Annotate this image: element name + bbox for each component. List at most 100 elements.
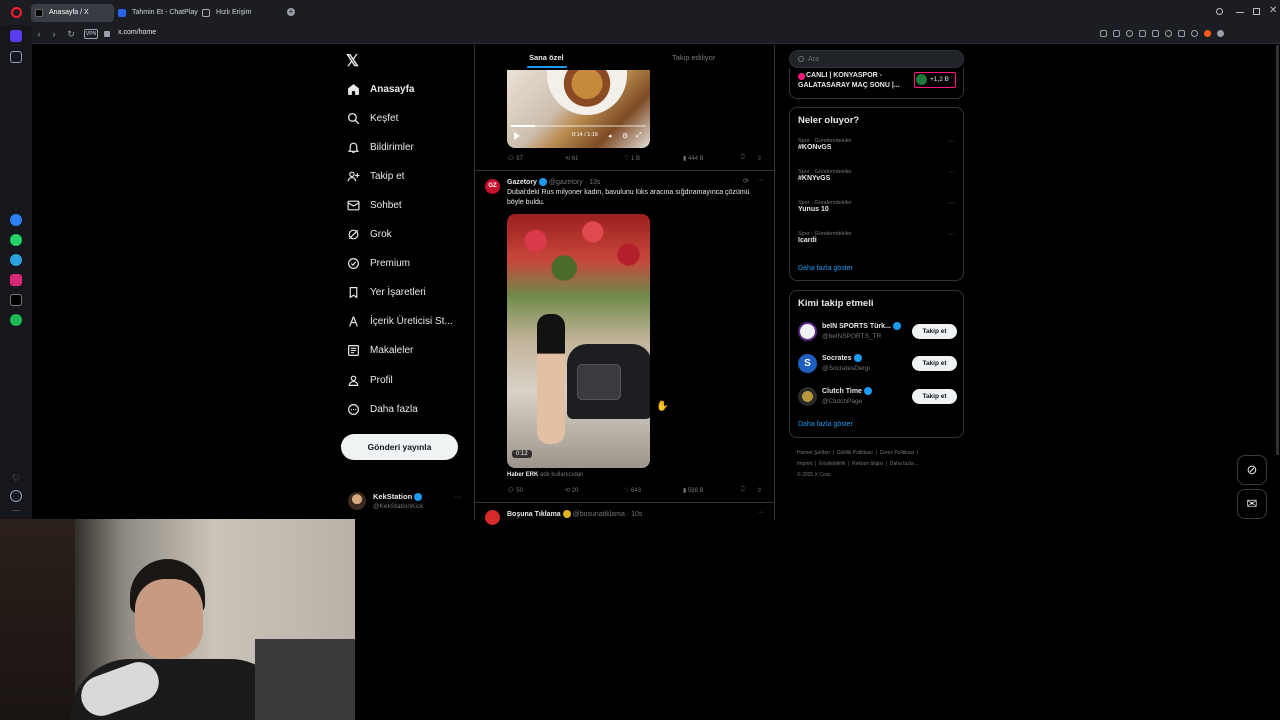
new-tab-button[interactable]: +	[287, 8, 295, 16]
nav-follow[interactable]: Takip et	[347, 165, 404, 187]
nav-explore[interactable]: Keşfet	[347, 107, 398, 129]
trends-show-more[interactable]: Daha fazla göster	[798, 265, 853, 272]
close-window-button[interactable]: ✕	[1269, 5, 1277, 16]
like-button[interactable]: ♡ 1 B	[624, 155, 640, 162]
post3-author[interactable]: Boşuna Tıklama	[507, 511, 561, 518]
views-button[interactable]: ▮ 598 B	[683, 487, 704, 494]
who-name[interactable]: beIN SPORTS Türk...	[822, 322, 901, 330]
post2-handle[interactable]: @gazetory · 13s	[549, 179, 600, 186]
socrates-avatar[interactable]: S	[798, 354, 817, 373]
trend-item[interactable]: Spor · Gündemdekiler #KNYvGS ···	[798, 169, 958, 189]
x-sidebar-icon[interactable]	[10, 294, 22, 306]
nav-creator-studio[interactable]: İçerik Üreticisi St...	[347, 310, 453, 332]
trend-item[interactable]: Spor · Gündemdekiler Yunus 10 ···	[798, 200, 958, 220]
x-logo[interactable]: 𝕏	[346, 51, 359, 71]
bosuna-avatar[interactable]	[485, 510, 500, 525]
nav-premium[interactable]: Premium	[347, 252, 410, 274]
live-card[interactable]: CANLI | KONYASPOR - GALATASARAY MAÇ SONU…	[789, 68, 964, 99]
reply-button[interactable]: 💬︎ 50	[507, 487, 523, 494]
messages-float-button[interactable]: ✉	[1237, 489, 1267, 519]
footer-link[interactable]: Gizlilik Politikası	[837, 450, 873, 456]
nav-home[interactable]: Anasayfa	[347, 78, 414, 100]
tab-search-icon[interactable]	[1216, 8, 1223, 15]
nav-messages[interactable]: Sohbet	[347, 194, 402, 216]
clutch-avatar[interactable]	[798, 387, 817, 406]
nav-notifications[interactable]: Bildirimler	[347, 136, 414, 158]
telegram-icon[interactable]	[10, 254, 22, 266]
footer-link[interactable]: Çerez Politikası	[880, 450, 915, 456]
post1-video[interactable]: 0:14 / 1:16 ◂ ⚙ ⤢	[507, 70, 650, 148]
account-more-icon[interactable]: ···	[454, 494, 461, 501]
who-name[interactable]: Clutch Time	[822, 387, 872, 395]
nav-articles[interactable]: Makaleler	[347, 339, 413, 361]
post3-more-icon[interactable]: ···	[757, 509, 764, 516]
trend-item[interactable]: Spor · Gündemdekiler Icardi ···	[798, 231, 958, 251]
grok-float-button[interactable]: ⊘	[1237, 455, 1267, 485]
page-scrollbar[interactable]	[1276, 45, 1279, 455]
tab-quick-access[interactable]: Hızlı Erişim	[198, 4, 282, 22]
repost-button[interactable]: ⟲ 20	[565, 487, 578, 494]
share-icon[interactable]: ⇪	[757, 487, 762, 494]
tab-chatplay[interactable]: Tahmin Et - ChatPlay	[114, 4, 198, 22]
grok-post-icon[interactable]: ⟳	[743, 177, 749, 185]
post2-source[interactable]: Haber ERK adlı kullanıcıdan	[507, 472, 583, 478]
trend-more-icon[interactable]: ···	[948, 169, 955, 176]
home-sidebar-icon[interactable]	[10, 30, 22, 42]
tab-for-you[interactable]: Sana özel	[529, 53, 564, 62]
tab-following[interactable]: Takip ediliyor	[672, 53, 715, 62]
tab-x-home[interactable]: Anasayfa / X	[31, 4, 114, 22]
nav-grok[interactable]: Grok	[347, 223, 392, 245]
nav-more[interactable]: Daha fazla	[347, 398, 418, 420]
gazetory-avatar[interactable]: GZ	[485, 179, 500, 194]
reload-icon[interactable]: ↻	[65, 28, 77, 40]
views-button[interactable]: ▮ 444 B	[683, 155, 704, 162]
follow-button[interactable]: Takip et	[912, 324, 957, 339]
more-sidebar-icon[interactable]: ···	[10, 505, 22, 517]
bookmark-post-icon[interactable]: ⎕	[741, 155, 745, 162]
search-box[interactable]	[789, 50, 964, 68]
post2-video[interactable]: 0:12	[507, 214, 650, 468]
nav-bookmarks[interactable]: Yer İşaretleri	[347, 281, 426, 303]
messenger-icon[interactable]	[10, 214, 22, 226]
follow-button[interactable]: Takip et	[912, 389, 957, 404]
history-icon[interactable]	[10, 490, 22, 502]
trend-more-icon[interactable]: ···	[948, 231, 955, 238]
trend-more-icon[interactable]: ···	[948, 138, 955, 145]
forward-icon[interactable]: ›	[48, 28, 60, 40]
account-switcher[interactable]: KekStation @KekStationKick ···	[346, 490, 466, 514]
who-name[interactable]: Socrates	[822, 354, 862, 362]
whatsapp-icon[interactable]	[10, 234, 22, 246]
minimize-button[interactable]	[1236, 12, 1244, 13]
post3-handle[interactable]: @bosunatiklama · 10s	[573, 511, 643, 518]
pin-sidebar-icon[interactable]	[10, 51, 22, 63]
back-icon[interactable]: ‹	[33, 28, 45, 40]
who-show-more[interactable]: Daha fazla göster	[798, 421, 853, 428]
trend-more-icon[interactable]: ···	[948, 200, 955, 207]
video-scrubber[interactable]	[511, 125, 646, 127]
footer-link[interactable]: Hizmet Şartları	[797, 450, 830, 456]
vpn-badge[interactable]: VPN	[84, 29, 98, 39]
follow-button[interactable]: Takip et	[912, 356, 957, 371]
volume-icon[interactable]: ◂	[608, 132, 612, 140]
maximize-button[interactable]	[1253, 8, 1260, 15]
spotify-icon[interactable]	[10, 314, 22, 326]
repost-button[interactable]: ⟲ 61	[565, 155, 578, 162]
search-input[interactable]	[808, 53, 948, 65]
trend-item[interactable]: Spor · Gündemdekiler #KONvGS ···	[798, 138, 958, 158]
footer-link[interactable]: Daha fazla ...	[890, 461, 919, 467]
footer-link[interactable]: Reklam bilgisi	[852, 461, 883, 467]
post-button[interactable]: Gönderi yayınla	[341, 434, 458, 460]
share-icon[interactable]: ⇪	[757, 155, 762, 162]
footer-link[interactable]: Erişilebilirlik	[819, 461, 845, 467]
fullscreen-icon[interactable]: ⤢	[636, 132, 642, 140]
nav-profile[interactable]: Profil	[347, 369, 393, 391]
play-icon[interactable]	[514, 132, 520, 140]
bookmark-post-icon[interactable]: ⎕	[741, 487, 745, 494]
heart-sidebar-icon[interactable]: ♡	[10, 473, 22, 485]
like-button[interactable]: ♡ 643	[624, 487, 641, 494]
post2-author[interactable]: Gazetory	[507, 179, 537, 186]
opera-logo-icon[interactable]	[11, 7, 22, 18]
url-field[interactable]: x.com/home	[118, 29, 156, 36]
instagram-icon[interactable]	[10, 274, 22, 286]
bein-avatar[interactable]	[798, 322, 817, 341]
